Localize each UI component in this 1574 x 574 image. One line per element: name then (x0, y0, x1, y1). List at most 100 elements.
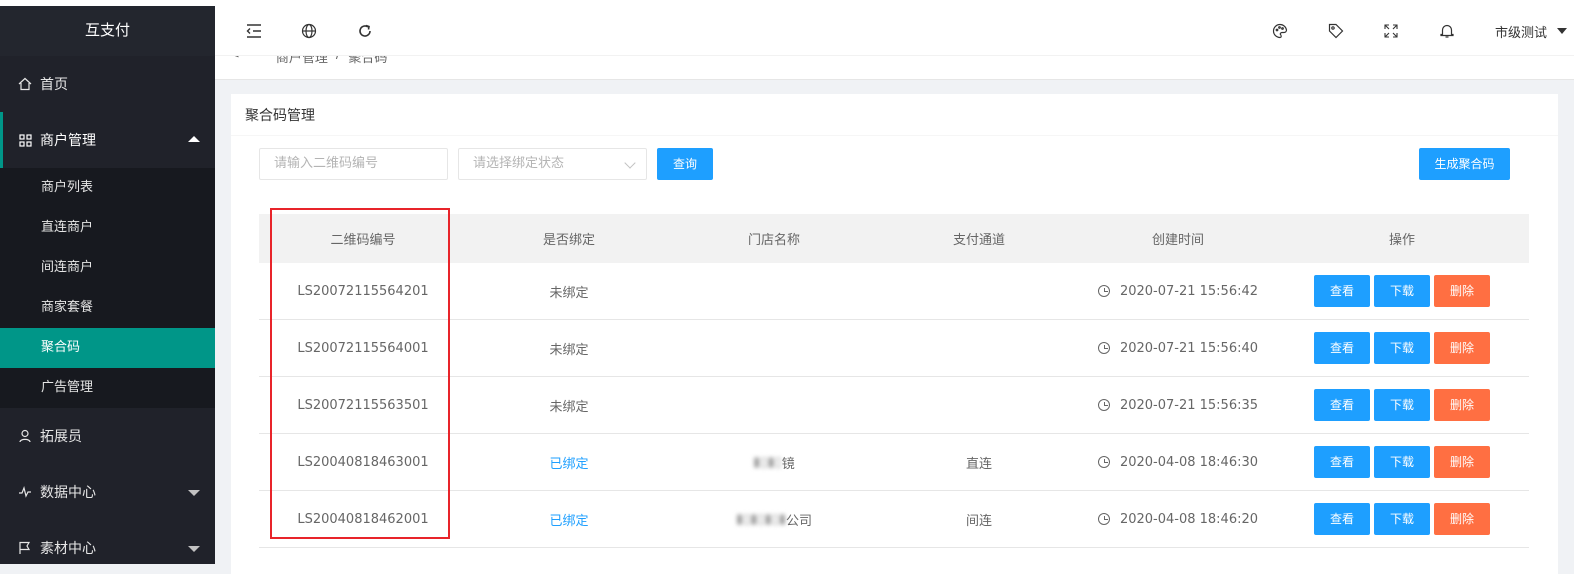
bell-icon[interactable] (1436, 20, 1458, 42)
row-actions: 查看 下载 删除 (1275, 434, 1529, 490)
breadcrumb: < 商户管理 / 聚合码 (215, 56, 1574, 80)
bind-status-select[interactable]: 请选择绑定状态 (458, 148, 647, 180)
refresh-icon[interactable] (354, 20, 376, 42)
caret-down-icon (188, 546, 200, 552)
download-button[interactable]: 下载 (1374, 275, 1430, 307)
column-header: 是否绑定 (542, 233, 595, 248)
delete-button[interactable]: 删除 (1434, 446, 1490, 478)
table-row: LS20072115563501 未绑定 2020-07-21 15:56:35… (259, 377, 1529, 434)
pay-channel (877, 377, 1081, 433)
merchant-submenu: 商户列表 直连商户 间连商户 商家套餐 聚合码 广告管理 (0, 168, 215, 408)
home-icon (16, 75, 34, 93)
sidebar: 互支付 首页 商户管理 商户列表 直连商户 间连商户 商家套餐 聚合码 广告管理… (0, 6, 215, 564)
user-icon (16, 427, 34, 445)
delete-button[interactable]: 删除 (1434, 503, 1490, 535)
delete-button[interactable]: 删除 (1434, 389, 1490, 421)
bind-status: 已绑定 (549, 456, 589, 472)
download-button[interactable]: 下载 (1374, 332, 1430, 364)
sidebar-item-data-center[interactable]: 数据中心 (0, 464, 215, 520)
pay-channel (877, 320, 1081, 376)
row-actions: 查看 下载 删除 (1275, 491, 1529, 547)
sidebar-item-merchant[interactable]: 商户管理 (0, 112, 215, 168)
column-header: 操作 (1388, 233, 1415, 248)
sidebar-item-material-center[interactable]: 素材中心 (0, 520, 215, 564)
tag-icon[interactable] (1325, 20, 1347, 42)
created-time-text: 2020-04-08 18:46:30 (1119, 454, 1259, 470)
pay-channel: 间连 (965, 513, 992, 529)
fullscreen-icon[interactable] (1380, 20, 1402, 42)
clock-icon (1097, 513, 1110, 525)
sidebar-item-home[interactable]: 首页 (0, 56, 215, 112)
sidebar-item-direct-merchant[interactable]: 直连商户 (0, 208, 215, 248)
flag-icon (16, 539, 34, 557)
table-header: 二维码编号 是否绑定 门店名称 支付通道 创建时间 操作 (259, 214, 1529, 263)
chevron-down-icon[interactable] (1557, 28, 1567, 34)
palette-icon[interactable] (1269, 20, 1291, 42)
sidebar-item-indirect-merchant[interactable]: 间连商户 (0, 248, 215, 288)
sidebar-item-label: 拓展员 (40, 429, 82, 445)
generate-code-button[interactable]: 生成聚合码 (1419, 148, 1510, 180)
redacted-text: ▮▯▮▯ (753, 454, 782, 470)
created-time-text: 2020-04-08 18:46:20 (1119, 511, 1259, 527)
activity-icon (16, 483, 34, 501)
row-actions: 查看 下载 删除 (1275, 263, 1529, 319)
download-button[interactable]: 下载 (1374, 503, 1430, 535)
qrcode-number: LS20072115563501 (297, 397, 429, 413)
user-menu[interactable]: 市级测试 (1495, 22, 1547, 41)
download-button[interactable]: 下载 (1374, 389, 1430, 421)
sidebar-item-aggregate-code[interactable]: 聚合码 (0, 328, 215, 368)
bind-status: 未绑定 (549, 342, 589, 358)
qrcode-search-input[interactable]: 请输入二维码编号 (259, 148, 448, 180)
active-indicator (0, 112, 3, 168)
sidebar-item-merchant-package[interactable]: 商家套餐 (0, 288, 215, 328)
clock-icon (1097, 342, 1110, 354)
sidebar-item-ad-management[interactable]: 广告管理 (0, 368, 215, 408)
globe-icon[interactable] (298, 20, 320, 42)
bind-status: 未绑定 (549, 399, 589, 415)
table-row: LS20040818463001 已绑定 ▮▯▮▯ 镜 直连 2020-04-08… (259, 434, 1529, 491)
pay-channel: 直连 (965, 456, 992, 472)
created-time: 2020-04-08 18:46:20 (1081, 491, 1275, 547)
created-time-text: 2020-07-21 15:56:40 (1119, 340, 1259, 356)
view-button[interactable]: 查看 (1314, 503, 1370, 535)
delete-button[interactable]: 删除 (1434, 332, 1490, 364)
select-placeholder: 请选择绑定状态 (473, 156, 565, 171)
sidebar-item-label: 首页 (40, 77, 68, 93)
view-button[interactable]: 查看 (1314, 275, 1370, 307)
created-time-text: 2020-07-21 15:56:42 (1119, 283, 1259, 299)
created-time: 2020-07-21 15:56:40 (1081, 320, 1275, 376)
delete-button[interactable]: 删除 (1434, 275, 1490, 307)
store-name (671, 377, 877, 433)
column-header: 门店名称 (747, 233, 800, 248)
created-time: 2020-04-08 18:46:30 (1081, 434, 1275, 490)
view-button[interactable]: 查看 (1314, 446, 1370, 478)
query-button[interactable]: 查询 (657, 148, 713, 180)
store-name (671, 320, 877, 376)
store-name: ▮▯▮▯▮▯▮ 公司 (671, 491, 877, 547)
breadcrumb-item[interactable]: 商户管理 (276, 56, 328, 66)
menu-fold-icon[interactable] (243, 20, 265, 42)
view-button[interactable]: 查看 (1314, 389, 1370, 421)
breadcrumb-item-current: 聚合码 (348, 56, 388, 66)
sidebar-item-label: 商户管理 (40, 133, 96, 149)
clock-icon (1097, 399, 1110, 411)
qrcode-number: LS20072115564001 (297, 340, 429, 356)
aggregate-code-table: 二维码编号 是否绑定 门店名称 支付通道 创建时间 操作 LS200721155… (259, 214, 1529, 548)
table-row: LS20072115564001 未绑定 2020-07-21 15:56:40… (259, 320, 1529, 377)
sidebar-item-merchant-list[interactable]: 商户列表 (0, 168, 215, 208)
caret-up-icon (188, 136, 200, 142)
grid-icon (16, 131, 34, 149)
redacted-text: ▮▯▮▯▮▯▮ (735, 511, 787, 527)
clock-icon (1097, 456, 1110, 468)
view-button[interactable]: 查看 (1314, 332, 1370, 364)
sidebar-item-promoter[interactable]: 拓展员 (0, 408, 215, 464)
store-name-text: 公司 (786, 513, 813, 529)
download-button[interactable]: 下载 (1374, 446, 1430, 478)
qrcode-number: LS20040818462001 (297, 511, 429, 527)
bind-status: 未绑定 (549, 285, 589, 301)
clock-icon (1097, 285, 1110, 297)
pay-channel (877, 263, 1081, 319)
created-time-text: 2020-07-21 15:56:35 (1119, 397, 1259, 413)
column-header: 支付通道 (952, 233, 1005, 248)
back-icon[interactable]: < (229, 56, 240, 66)
